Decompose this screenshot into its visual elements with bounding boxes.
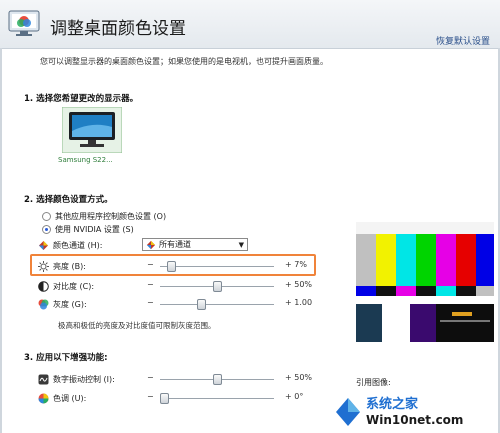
monitor-icon[interactable] [62, 107, 122, 153]
range-note: 极高和极低的亮度及对比度值可限制灰度范围。 [58, 321, 216, 330]
contrast-icon [38, 280, 49, 292]
gamma-icon [38, 299, 49, 309]
contrast-slider-thumb[interactable] [212, 281, 222, 292]
reference-test-pattern [356, 222, 494, 342]
restore-defaults-link[interactable]: 恢复默认设置 [436, 34, 490, 47]
watermark-text: Win10net.com [366, 413, 463, 427]
color-channel-icon [39, 240, 48, 250]
hue-slider-track[interactable] [160, 398, 274, 399]
color-channel-select[interactable]: 所有通道 ▼ [142, 238, 248, 251]
radio-button-selected[interactable] [42, 225, 51, 234]
watermark-logo: 系统之家 Win10net.com [330, 390, 498, 430]
radio-other-apps[interactable]: 其他应用程序控制颜色设置 (O) [42, 211, 166, 222]
radio-button[interactable] [42, 212, 51, 221]
radio-label: 其他应用程序控制颜色设置 (O) [55, 212, 167, 221]
color-channel-label: 颜色通道 (H): [53, 240, 103, 250]
display-settings-icon [8, 10, 40, 36]
color-channel-row: 颜色通道 (H): [38, 238, 103, 252]
gamma-slider-thumb[interactable] [196, 299, 206, 310]
radio-nvidia-settings[interactable]: 使用 NVIDIA 设置 (S) [42, 224, 134, 235]
chevron-down-icon: ▼ [238, 241, 244, 249]
left-border [0, 48, 2, 433]
vibrance-label: 数字振动控制 (I): [53, 374, 115, 384]
section3-heading: 3. 应用以下增强功能: [24, 353, 108, 363]
vibrance-slider-thumb[interactable] [212, 374, 222, 385]
gamma-value: + 1.00 [285, 298, 313, 307]
highlight-box [30, 254, 316, 276]
contrast-minus: − [147, 280, 154, 289]
color-channel-value: 所有通道 [159, 240, 191, 249]
vibrance-minus: − [147, 373, 154, 382]
display-name: Samsung S22... [58, 156, 113, 164]
gamma-row: 灰度 (G): [38, 297, 87, 311]
hue-value: + 0° [285, 392, 304, 401]
hue-icon [38, 393, 49, 403]
vibrance-value: + 50% [285, 373, 313, 382]
section2-heading: 2. 选择颜色设置方式。 [24, 195, 113, 205]
section1-heading: 1. 选择您希望更改的显示器。 [24, 94, 139, 104]
contrast-label: 对比度 (C): [53, 281, 95, 291]
hue-label: 色调 (U): [53, 393, 87, 403]
header-bar: 调整桌面颜色设置 恢复默认设置 [0, 0, 500, 49]
gamma-label: 灰度 (G): [53, 299, 87, 309]
contrast-value: + 50% [285, 280, 313, 289]
gamma-slider-track[interactable] [160, 304, 274, 305]
vibrance-icon [38, 374, 49, 384]
gamma-minus: − [147, 298, 154, 307]
reference-image-label: 引用图像: [356, 378, 391, 387]
watermark-brand: 系统之家 [366, 396, 419, 412]
hue-slider-thumb[interactable] [160, 393, 169, 404]
radio-label: 使用 NVIDIA 设置 (S) [55, 225, 134, 234]
page-description: 您可以调整显示器的桌面颜色设置；如果您使用的是电视机，也可提升画面质量。 [40, 57, 328, 66]
hue-row: 色调 (U): [38, 391, 86, 405]
color-channel-icon [146, 240, 156, 249]
contrast-row: 对比度 (C): [38, 279, 94, 293]
vibrance-row: 数字振动控制 (I): [38, 372, 115, 386]
hue-minus: − [147, 392, 154, 401]
page-title: 调整桌面颜色设置 [50, 19, 186, 39]
